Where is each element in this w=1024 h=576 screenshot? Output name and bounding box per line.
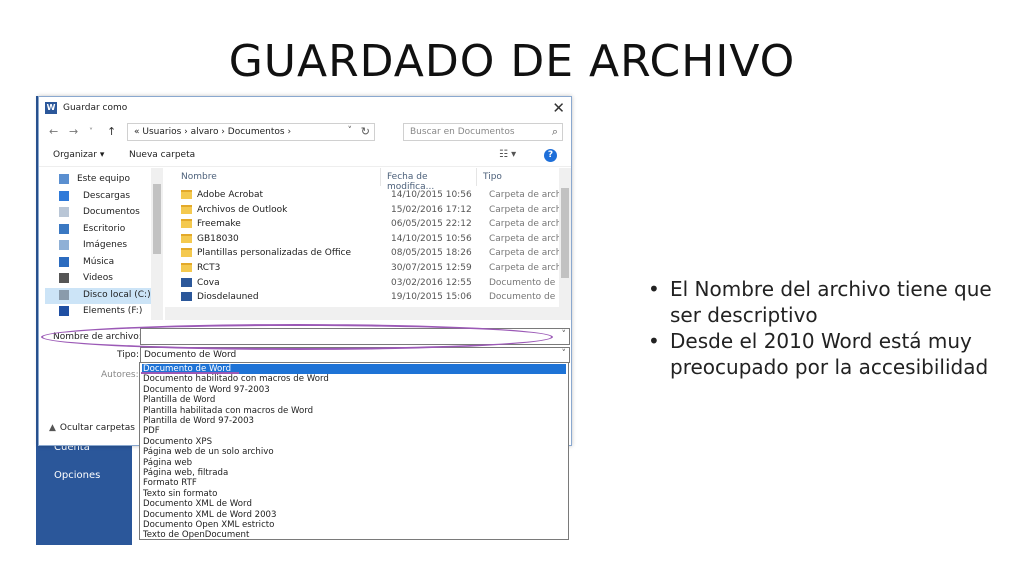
- videos-icon: [59, 273, 69, 283]
- file-row[interactable]: Adobe Acrobat 14/10/2015 10:56 Carpeta d…: [175, 188, 565, 203]
- highlight-oval: [41, 324, 553, 350]
- word-document-icon: [181, 292, 192, 302]
- file-type-option[interactable]: Documento XML de Word: [142, 499, 566, 509]
- up-arrow-icon[interactable]: ↑: [107, 125, 116, 138]
- file-type-option[interactable]: Página web: [142, 458, 566, 468]
- folder-icon: [181, 248, 192, 258]
- breadcrumb[interactable]: « Usuarios › alvaro › Documentos ›: [134, 127, 291, 137]
- file-type-dropdown-list: Documento de Word Documento habilitado co…: [139, 362, 569, 540]
- bullet-item: • Desde el 2010 Word está muy preocupado…: [648, 329, 989, 379]
- file-type-option[interactable]: Texto sin formato: [142, 489, 566, 499]
- nav-item-musica[interactable]: Música: [45, 255, 151, 271]
- horizontal-scrollbar[interactable]: [165, 307, 559, 320]
- column-header-date[interactable]: Fecha de modifica...: [381, 168, 477, 192]
- refresh-icon[interactable]: ↻: [361, 125, 370, 138]
- scrollbar-thumb[interactable]: [561, 188, 569, 278]
- file-row[interactable]: Archivos de Outlook 15/02/2016 17:12 Car…: [175, 203, 565, 218]
- search-placeholder: Buscar en Documentos: [410, 127, 515, 137]
- chevron-down-icon[interactable]: ˅: [348, 126, 353, 136]
- recent-chevron-icon[interactable]: ˅: [89, 127, 93, 136]
- back-arrow-icon[interactable]: ←: [49, 125, 58, 138]
- file-type-option[interactable]: Plantilla de Word: [142, 395, 566, 405]
- bullet-dot: •: [648, 329, 660, 353]
- hide-folders-toggle[interactable]: ▲ Ocultar carpetas: [49, 423, 135, 433]
- column-header-type[interactable]: Tipo: [477, 168, 557, 186]
- help-icon[interactable]: ?: [544, 149, 557, 162]
- authors-label: Autores:: [101, 370, 139, 380]
- bullet-item: • El Nombre del archivo tiene que ser de…: [648, 277, 992, 327]
- file-type-option[interactable]: Página web, filtrada: [142, 468, 566, 478]
- file-row[interactable]: Plantillas personalizadas de Office 08/0…: [175, 246, 565, 261]
- address-bar[interactable]: « Usuarios › alvaro › Documentos › ˅ ↻: [127, 123, 375, 141]
- nav-item-disco-local[interactable]: Disco local (C:): [45, 287, 151, 304]
- file-row[interactable]: Cova 03/02/2016 12:55 Documento de Micro…: [175, 276, 565, 291]
- file-type-option[interactable]: Página web de un solo archivo: [142, 447, 566, 457]
- drive-icon: [59, 289, 69, 300]
- images-icon: [59, 240, 69, 250]
- nav-item-imagenes[interactable]: Imágenes: [45, 238, 151, 254]
- dialog-title: Guardar como: [63, 103, 128, 113]
- file-type-option[interactable]: Documento habilitado con macros de Word: [142, 374, 566, 384]
- folder-icon: [181, 263, 192, 272]
- navigation-pane: Este equipo Descargas Documentos Escrito…: [41, 168, 153, 320]
- file-type-option[interactable]: Documento XML de Word 2003: [142, 510, 566, 520]
- close-icon[interactable]: ✕: [552, 99, 565, 117]
- nav-item-este-equipo[interactable]: Este equipo: [45, 172, 151, 188]
- usb-drive-icon: [59, 306, 69, 316]
- file-type-option[interactable]: Formato RTF: [142, 478, 566, 488]
- slide-title: GUARDADO DE ARCHIVO: [228, 36, 796, 87]
- file-row[interactable]: RCT3 30/07/2015 12:59 Carpeta de archivo…: [175, 261, 565, 276]
- column-header-name[interactable]: Nombre: [175, 168, 381, 186]
- file-list: Nombre Fecha de modifica... Tipo Adobe A…: [165, 168, 571, 320]
- file-row[interactable]: Diosdelauned 19/10/2015 15:06 Documento …: [175, 290, 565, 305]
- nav-item-videos[interactable]: Videos: [45, 271, 151, 287]
- download-icon: [59, 190, 69, 201]
- file-type-option[interactable]: PDF: [142, 426, 566, 436]
- nav-pane-scrollbar[interactable]: [151, 168, 163, 320]
- file-type-value: Documento de Word: [144, 350, 237, 360]
- computer-icon: [59, 174, 69, 184]
- documents-icon: [59, 207, 69, 217]
- scrollbar-thumb[interactable]: [153, 184, 161, 254]
- desktop-icon: [59, 223, 69, 234]
- file-type-option[interactable]: Plantilla habilitada con macros de Word: [142, 406, 566, 416]
- dialog-toolbar: Organizar ▾ Nueva carpeta ☷ ▾ ?: [39, 145, 571, 167]
- nav-item-escritorio[interactable]: Escritorio: [45, 222, 151, 238]
- highlight-underline: [141, 372, 239, 374]
- nav-item-documentos[interactable]: Documentos: [45, 205, 151, 221]
- forward-arrow-icon[interactable]: →: [69, 125, 78, 138]
- file-row[interactable]: GB18030 14/10/2015 10:56 Carpeta de arch…: [175, 232, 565, 247]
- type-label: Tipo:: [117, 350, 139, 360]
- file-type-option[interactable]: Plantilla de Word 97-2003: [142, 416, 566, 426]
- word-app-icon: W: [45, 102, 57, 114]
- chevron-down-icon[interactable]: ˅: [562, 349, 567, 359]
- file-row[interactable]: Freemake 06/05/2015 22:12 Carpeta de arc…: [175, 217, 565, 232]
- caret-up-icon: ▲: [49, 423, 56, 433]
- new-folder-button[interactable]: Nueva carpeta: [129, 150, 195, 160]
- file-type-option[interactable]: Documento de Word 97-2003: [142, 385, 566, 395]
- music-icon: [59, 256, 69, 267]
- folder-icon: [181, 190, 192, 199]
- view-options-icon[interactable]: ☷ ▾: [499, 149, 516, 160]
- folder-icon: [181, 233, 192, 243]
- nav-item-elements[interactable]: Elements (F:): [45, 304, 151, 320]
- word-document-icon: [181, 277, 192, 287]
- backstage-item-opciones[interactable]: Opciones: [54, 470, 100, 481]
- folder-icon: [181, 204, 192, 214]
- bullet-list: • El Nombre del archivo tiene que ser de…: [648, 276, 1008, 380]
- nav-item-descargas[interactable]: Descargas: [45, 189, 151, 205]
- folder-icon: [181, 219, 192, 229]
- search-input[interactable]: Buscar en Documentos ⌕: [403, 123, 563, 141]
- navigation-bar: ← → ˅ ↑ « Usuarios › alvaro › Documentos…: [39, 121, 571, 143]
- bullet-dot: •: [648, 277, 660, 301]
- dialog-titlebar: W Guardar como ✕: [39, 97, 571, 119]
- chevron-down-icon[interactable]: ˅: [562, 330, 567, 340]
- file-list-scrollbar[interactable]: [559, 168, 571, 320]
- file-type-option[interactable]: Documento XPS: [142, 437, 566, 447]
- search-icon[interactable]: ⌕: [552, 125, 558, 139]
- file-type-option[interactable]: Texto de OpenDocument: [142, 530, 566, 540]
- organize-button[interactable]: Organizar ▾: [53, 150, 104, 160]
- file-type-option[interactable]: Documento Open XML estricto: [142, 520, 566, 530]
